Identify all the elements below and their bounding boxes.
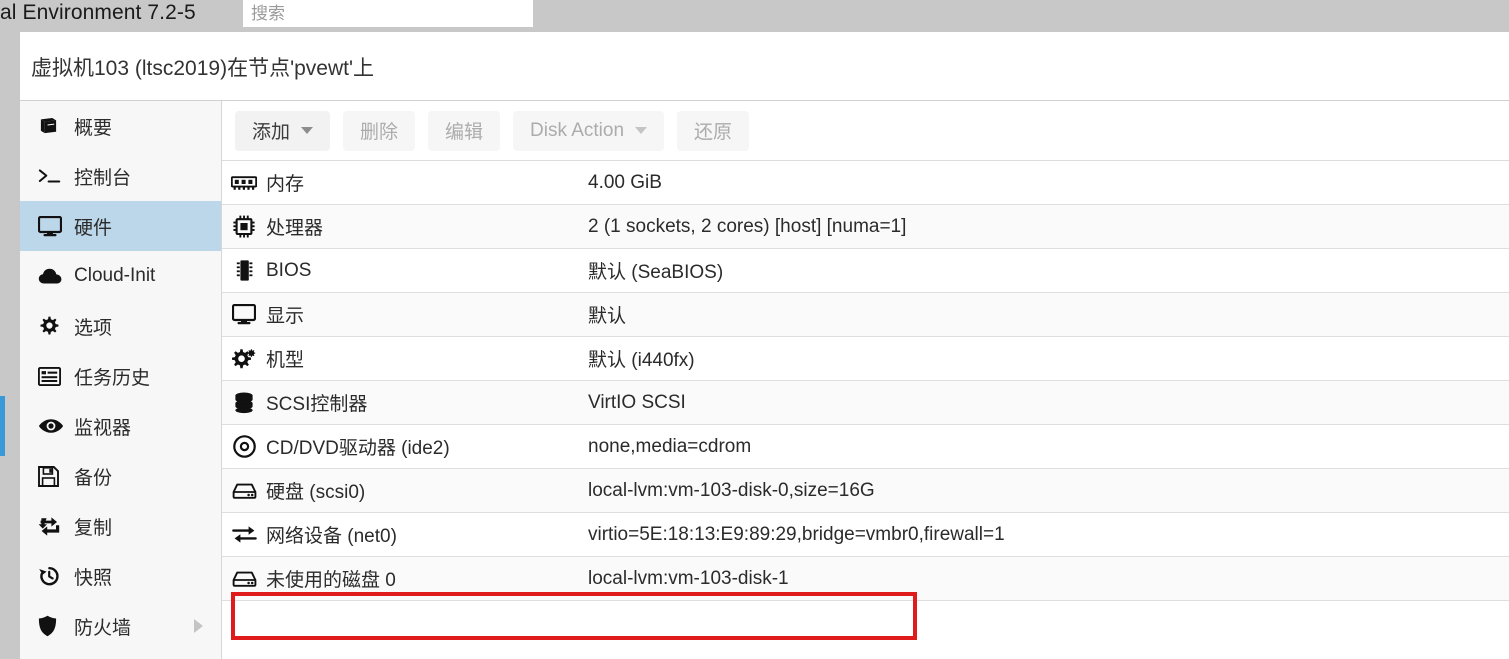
app-brand-title: al Environment 7.2-5 <box>0 1 196 24</box>
panel-body: 概要控制台硬件 Cloud-Init 选项任务历史监视器备份复制快照防火墙 添加 删除… <box>20 100 1509 659</box>
table-row[interactable]: 硬盘 (scsi0) local-lvm:vm-103-disk-0,size=1… <box>222 469 1509 513</box>
sidebar-item-7[interactable]: 备份 <box>20 451 221 501</box>
table-row[interactable]: SCSI控制器 VirtIO SCSI <box>222 381 1509 425</box>
disc-icon <box>222 435 266 458</box>
hardware-value: 默认 (SeaBIOS) <box>588 262 724 283</box>
hardware-value: 4.00 GiB <box>588 171 662 193</box>
cloud-icon <box>38 268 68 285</box>
toolbar-button-1: 删除 <box>343 110 416 151</box>
sidebar-item-1[interactable]: 控制台 <box>20 151 221 201</box>
gear-icon <box>38 316 68 337</box>
table-row[interactable]: 内存 4.00 GiB <box>222 161 1509 205</box>
hardware-value: none,media=cdrom <box>588 435 752 457</box>
table-row[interactable]: 网络设备 (net0) virtio=5E:18:13:E9:89:29,brid… <box>222 513 1509 557</box>
hardware-key: CD/DVD驱动器 (ide2) <box>266 438 450 459</box>
sidebar-item-label: 防火墙 <box>74 617 132 639</box>
main-panel: 虚拟机103 (ltsc2019)在节点'pvewt'上 概要控制台硬件 Clou… <box>20 32 1509 659</box>
chevron-down-icon <box>635 127 648 134</box>
table-row[interactable]: 显示 默认 <box>222 293 1509 337</box>
sidebar-item-label: 快照 <box>74 567 113 589</box>
shield-icon <box>38 615 68 637</box>
search-input[interactable] <box>243 0 533 27</box>
toolbar-button-label: 添加 <box>252 122 291 143</box>
hardware-key: BIOS <box>266 259 312 281</box>
left-gutter <box>0 28 20 659</box>
hardware-key: 未使用的磁盘 0 <box>266 570 396 591</box>
table-row[interactable]: BIOS 默认 (SeaBIOS) <box>222 249 1509 293</box>
table-row[interactable]: 处理器 2 (1 sockets, 2 cores) [host] [numa=1… <box>222 205 1509 249</box>
hardware-key: 处理器 <box>266 218 324 239</box>
hardware-value: local-lvm:vm-103-disk-1 <box>588 567 789 589</box>
hardware-key: 机型 <box>266 350 305 371</box>
table-row[interactable]: CD/DVD驱动器 (ide2) none,media=cdrom <box>222 425 1509 469</box>
toolbar-button-label: 编辑 <box>445 122 484 143</box>
hardware-key: 内存 <box>266 174 305 195</box>
sidebar-item-label: 选项 <box>74 317 113 339</box>
toolbar-button-0[interactable]: 添加 <box>235 110 331 151</box>
hardware-value: 默认 <box>588 306 627 327</box>
toolbar-button-3: Disk Action <box>513 110 665 151</box>
chip-icon <box>222 259 266 282</box>
memory-icon <box>222 175 266 191</box>
network-icon <box>222 525 266 544</box>
toolbar-button-label: Disk Action <box>530 119 625 141</box>
sidebar-item-6[interactable]: 监视器 <box>20 401 221 451</box>
harddisk-icon <box>222 482 266 500</box>
cpu-icon <box>222 215 266 238</box>
hardware-value: virtio=5E:18:13:E9:89:29,bridge=vmbr0,fi… <box>588 523 1005 545</box>
toolbar-button-4: 还原 <box>677 110 750 151</box>
hardware-value: 默认 (i440fx) <box>588 350 695 371</box>
sidebar-item-4[interactable]: 选项 <box>20 301 221 351</box>
page-title: 虚拟机103 (ltsc2019)在节点'pvewt'上 <box>31 57 374 80</box>
sidebar-item-label: Cloud-Init <box>74 265 156 286</box>
hardware-key: 网络设备 (net0) <box>266 526 397 547</box>
sidebar-item-label: 任务历史 <box>74 367 151 389</box>
table-row[interactable]: 机型 默认 (i440fx) <box>222 337 1509 381</box>
sidebar-item-0[interactable]: 概要 <box>20 101 221 151</box>
sidebar-item-label: 备份 <box>74 467 113 489</box>
sidebar-item-2[interactable]: 硬件 <box>20 201 221 251</box>
sidebar-item-label: 控制台 <box>74 167 132 189</box>
hardware-table: 内存 4.00 GiB 处理器 2 (1 sockets, 2 cores) [hos… <box>222 161 1509 601</box>
sidebar-item-10[interactable]: 防火墙 <box>20 601 221 651</box>
hardware-key: 硬盘 (scsi0) <box>266 482 366 503</box>
sidebar-item-label: 硬件 <box>74 217 113 239</box>
chevron-down-icon <box>301 127 314 134</box>
monitor-icon <box>38 215 68 237</box>
sidebar-item-5[interactable]: 任务历史 <box>20 351 221 401</box>
hardware-value: local-lvm:vm-103-disk-0,size=16G <box>588 479 875 501</box>
gears-icon <box>222 348 266 370</box>
display-icon <box>222 304 266 325</box>
toolbar-button-2: 编辑 <box>428 110 501 151</box>
hardware-value: VirtIO SCSI <box>588 391 686 413</box>
sidebar-item-9[interactable]: 快照 <box>20 551 221 601</box>
accent-bar <box>0 396 5 456</box>
history-icon <box>38 565 68 587</box>
app-top-bar: al Environment 7.2-5 <box>0 0 1509 28</box>
sidebar-item-label: 概要 <box>74 117 113 139</box>
toolbar-button-label: 还原 <box>694 122 733 143</box>
hardware-value: 2 (1 sockets, 2 cores) [host] [numa=1] <box>588 215 907 237</box>
eye-icon <box>38 418 68 434</box>
toolbar: 添加 删除 编辑 Disk Action 还原 <box>222 101 1509 161</box>
terminal-icon <box>38 167 68 185</box>
sidebar-item-8[interactable]: 复制 <box>20 501 221 551</box>
hardware-key: SCSI控制器 <box>266 394 368 415</box>
sidebar-item-label: 复制 <box>74 517 113 539</box>
content-area: 添加 删除 编辑 Disk Action 还原 内存 4.00 GiB 处理器 2 (1 so… <box>222 101 1509 659</box>
chevron-right-icon[interactable] <box>194 619 203 633</box>
floppy-icon <box>38 465 68 487</box>
book-icon <box>38 117 68 136</box>
sidebar-item-3[interactable]: Cloud-Init <box>20 251 221 301</box>
table-row[interactable]: 未使用的磁盘 0 local-lvm:vm-103-disk-1 <box>222 557 1509 601</box>
harddisk-icon <box>222 570 266 588</box>
hardware-key: 显示 <box>266 306 305 327</box>
sidebar: 概要控制台硬件 Cloud-Init 选项任务历史监视器备份复制快照防火墙 <box>20 101 222 659</box>
replicate-icon <box>38 516 68 537</box>
list-icon <box>38 366 68 386</box>
toolbar-button-label: 删除 <box>360 122 399 143</box>
database-icon <box>222 392 266 414</box>
sidebar-item-label: 监视器 <box>74 417 132 439</box>
